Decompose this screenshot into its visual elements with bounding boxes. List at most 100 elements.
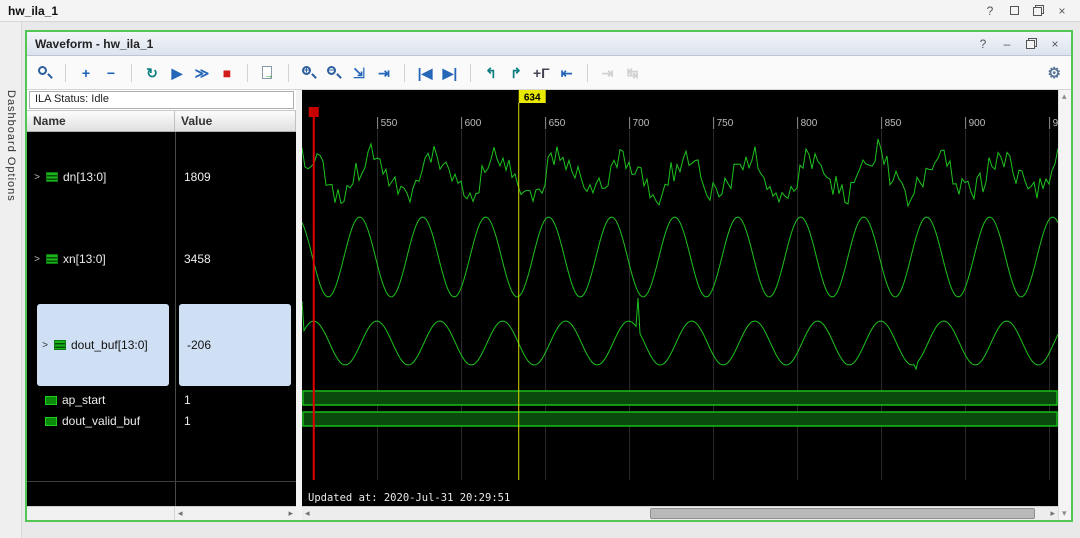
goto-previous-marker-icon[interactable]: ⇤ bbox=[559, 65, 575, 81]
ruler-label: 850 bbox=[885, 118, 902, 129]
maximize-icon[interactable] bbox=[1008, 4, 1020, 18]
bus-signal-icon bbox=[46, 254, 58, 264]
window-title: hw_ila_1 bbox=[8, 4, 58, 18]
toolbar-separator bbox=[131, 64, 132, 82]
scroll-up-icon[interactable]: ▴ bbox=[1062, 91, 1067, 102]
bus-signal-icon bbox=[54, 340, 66, 350]
restore-icon[interactable] bbox=[1032, 4, 1044, 18]
panel-content: ILA Status: Idle Name Value >dn[13:0]180… bbox=[27, 90, 1071, 520]
swap-markers-icon: ↹ bbox=[625, 65, 641, 81]
wave-scroll-left-icon[interactable]: ◂ bbox=[305, 508, 310, 519]
scroll-spacer bbox=[27, 507, 175, 520]
goto-previous-icon[interactable]: |◀ bbox=[417, 65, 433, 81]
signal-value[interactable]: 1809 bbox=[176, 168, 296, 186]
maximize-glyph bbox=[1010, 6, 1019, 15]
expand-chevron-icon[interactable]: > bbox=[41, 340, 49, 351]
window-controls: ? × bbox=[984, 4, 1072, 18]
add-probe-icon[interactable]: + bbox=[78, 65, 94, 81]
signal-list-pane: ILA Status: Idle Name Value >dn[13:0]180… bbox=[27, 90, 296, 520]
ruler-label: 550 bbox=[381, 118, 398, 129]
ruler-label: 600 bbox=[465, 118, 482, 129]
export-ila-data-icon[interactable]: → bbox=[260, 65, 276, 81]
column-header-value[interactable]: Value bbox=[175, 111, 296, 131]
toolbar-separator bbox=[470, 64, 471, 82]
settings-gear-icon[interactable]: ⚙ bbox=[1048, 64, 1061, 82]
zoom-to-cursor-icon[interactable]: ⇥ bbox=[376, 65, 392, 81]
expand-chevron-icon[interactable]: > bbox=[33, 254, 41, 265]
signal-value[interactable]: 1 bbox=[176, 412, 296, 430]
stop-trigger-icon[interactable]: ■ bbox=[219, 65, 235, 81]
expand-chevron-icon[interactable]: > bbox=[33, 172, 41, 183]
panel-help-icon[interactable]: ? bbox=[977, 37, 989, 51]
updated-timestamp: Updated at: 2020-Jul-31 20:29:51 bbox=[308, 492, 510, 504]
wave-ap-start[interactable] bbox=[303, 391, 1057, 405]
waveform-canvas[interactable]: 550600650700750800850900950634 bbox=[302, 90, 1058, 506]
signal-name: dn[13:0] bbox=[63, 170, 106, 184]
panel-titlebar[interactable]: Waveform - hw_ila_1 ? – × bbox=[27, 32, 1071, 56]
dashboard-options-strip[interactable]: Dashboard Options bbox=[0, 22, 22, 538]
restore-glyph bbox=[1033, 5, 1044, 16]
close-icon[interactable]: × bbox=[1056, 4, 1068, 18]
signal-row[interactable]: >dout_buf[13:0] bbox=[37, 304, 169, 386]
tree-divider bbox=[27, 481, 296, 482]
goto-next-icon[interactable]: ▶| bbox=[442, 65, 458, 81]
remove-probe-icon[interactable]: − bbox=[103, 65, 119, 81]
panel-minimize-icon[interactable]: – bbox=[1001, 37, 1013, 51]
signal-tree[interactable]: > dn[13:0] 1809 > xn[13:0] 3458 >dout_buf[13:0… bbox=[27, 132, 296, 506]
signal-name: xn[13:0] bbox=[63, 252, 106, 266]
cursor-label: 634 bbox=[524, 93, 541, 104]
wave-scroll-thumb[interactable] bbox=[650, 508, 1036, 519]
run-continuous-icon[interactable]: ≫ bbox=[194, 65, 210, 81]
add-marker-icon[interactable]: +Γ bbox=[533, 65, 550, 81]
trigger-marker-flag[interactable] bbox=[309, 107, 319, 117]
signal-row[interactable]: > dn[13:0] bbox=[33, 168, 106, 186]
signal-row[interactable]: ap_start bbox=[45, 391, 105, 409]
signal-row[interactable]: > xn[13:0] bbox=[33, 250, 106, 268]
bus-signal-icon bbox=[46, 172, 58, 182]
window-titlebar[interactable]: hw_ila_1 ? × bbox=[0, 0, 1080, 22]
toolbar-separator bbox=[404, 64, 405, 82]
run-trigger-immediate-icon[interactable]: ↻ bbox=[144, 65, 160, 81]
wave-dn[interactable] bbox=[302, 139, 1058, 206]
zoom-in-icon[interactable]: + bbox=[301, 65, 317, 81]
toolbar-separator bbox=[65, 64, 66, 82]
signal-row[interactable]: dout_valid_buf bbox=[45, 412, 140, 430]
waveform-toolbar: +−↻▶≫■→+−⇲⇥|◀▶|↰↱+Γ⇤⇥↹ ⚙ bbox=[27, 56, 1071, 90]
column-header-name[interactable]: Name bbox=[27, 111, 175, 131]
find-icon[interactable] bbox=[37, 65, 53, 81]
ruler-label: 800 bbox=[801, 118, 818, 129]
panel-float-glyph bbox=[1026, 38, 1037, 49]
panel-controls: ? – × bbox=[977, 37, 1063, 51]
run-trigger-icon[interactable]: ▶ bbox=[169, 65, 185, 81]
wave-xn[interactable] bbox=[302, 217, 1058, 297]
wave-dout-valid-buf[interactable] bbox=[303, 412, 1057, 426]
zoom-fit-icon[interactable]: ⇲ bbox=[351, 65, 367, 81]
scroll-right-icon[interactable]: ▸ bbox=[288, 508, 293, 519]
signal-list-scrollbar[interactable]: ◂ ▸ bbox=[27, 506, 296, 520]
bit-signal-icon bbox=[45, 417, 57, 426]
previous-transition-icon[interactable]: ↰ bbox=[483, 65, 499, 81]
dashboard-options-label: Dashboard Options bbox=[5, 90, 17, 202]
signal-name: ap_start bbox=[62, 393, 105, 407]
signal-name: dout_valid_buf bbox=[62, 414, 140, 428]
scroll-track[interactable]: ◂ ▸ bbox=[175, 507, 296, 520]
waveform-panel: Waveform - hw_ila_1 ? – × +−↻▶≫■→+−⇲⇥|◀▶… bbox=[25, 30, 1073, 522]
toolbar-icons: +−↻▶≫■→+−⇲⇥|◀▶|↰↱+Γ⇤⇥↹ bbox=[37, 64, 1048, 82]
toolbar-separator bbox=[587, 64, 588, 82]
scroll-left-icon[interactable]: ◂ bbox=[178, 508, 183, 519]
wave-scrollbar[interactable]: ◂ ▸ bbox=[302, 506, 1058, 520]
signal-value[interactable]: 3458 bbox=[176, 250, 296, 268]
toolbar-separator bbox=[247, 64, 248, 82]
column-divider[interactable] bbox=[175, 132, 176, 506]
wave-dout-buf[interactable] bbox=[302, 298, 1058, 369]
scroll-down-icon[interactable]: ▾ bbox=[1062, 508, 1067, 519]
signal-value[interactable]: 1 bbox=[176, 391, 296, 409]
signal-value[interactable]: -206 bbox=[179, 304, 291, 386]
next-transition-icon[interactable]: ↱ bbox=[508, 65, 524, 81]
zoom-out-icon[interactable]: − bbox=[326, 65, 342, 81]
panel-float-icon[interactable] bbox=[1025, 37, 1037, 51]
vertical-scrollbar[interactable]: ▴ ▾ bbox=[1058, 90, 1071, 520]
panel-close-icon[interactable]: × bbox=[1049, 37, 1061, 51]
help-icon[interactable]: ? bbox=[984, 4, 996, 18]
wave-scroll-right-icon[interactable]: ▸ bbox=[1050, 508, 1055, 519]
